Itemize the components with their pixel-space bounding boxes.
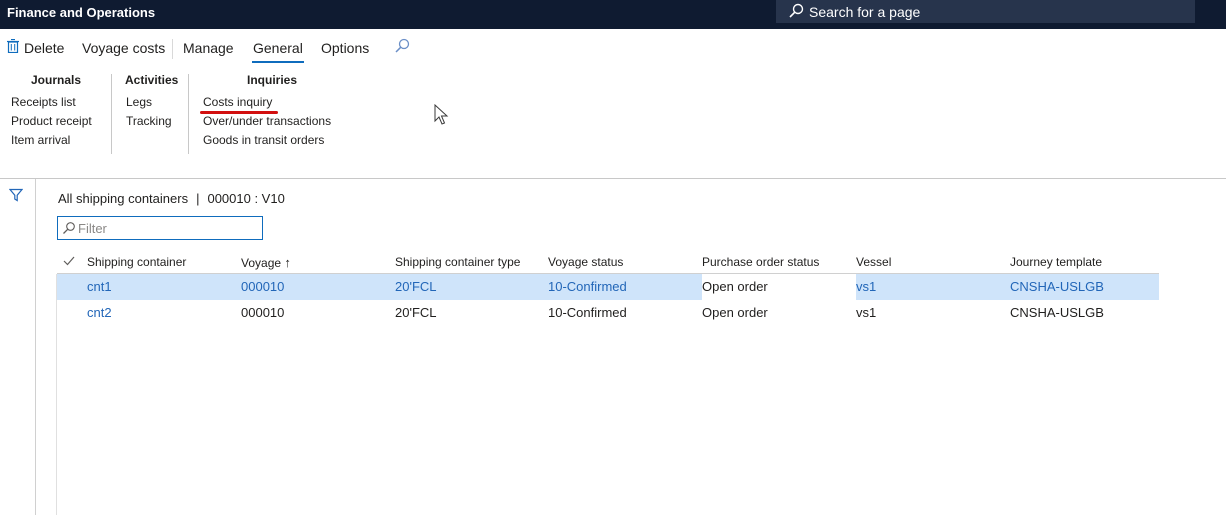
column-header-vessel[interactable]: Vessel: [856, 255, 891, 269]
cell-vessel[interactable]: vs1: [856, 305, 876, 320]
toolbar-divider: [172, 39, 173, 59]
filter-icon[interactable]: [9, 188, 23, 202]
active-tab-indicator: [252, 61, 304, 63]
cell-journey-template[interactable]: CNSHA-USLGB: [1010, 279, 1104, 294]
link-legs[interactable]: Legs: [126, 95, 152, 109]
cell-voyage[interactable]: 000010: [241, 305, 284, 320]
link-product-receipt[interactable]: Product receipt: [11, 114, 92, 128]
page-caption: All shipping containers | 000010 : V10: [58, 191, 285, 206]
column-header-shipping-container[interactable]: Shipping container: [87, 255, 186, 269]
group-title-inquiries: Inquiries: [247, 73, 298, 87]
cell-shipping-container[interactable]: cnt1: [87, 279, 112, 294]
link-tracking[interactable]: Tracking: [126, 114, 172, 128]
group-title-activities: Activities: [125, 73, 179, 87]
mouse-pointer-icon: [434, 104, 449, 125]
tab-general[interactable]: General: [253, 40, 303, 56]
table-row[interactable]: cnt2 000010 20'FCL 10-Confirmed Open ord…: [57, 300, 1159, 326]
column-header-po-status[interactable]: Purchase order status: [702, 255, 819, 269]
link-over-under-transactions[interactable]: Over/under transactions: [203, 114, 331, 128]
ribbon-divider: [0, 178, 1226, 179]
page-search-box[interactable]: Search for a page: [776, 0, 1195, 23]
trash-icon: [7, 39, 19, 53]
cell-po-status[interactable]: Open order: [702, 274, 856, 300]
tab-options[interactable]: Options: [321, 40, 369, 56]
tab-voyage-costs[interactable]: Voyage costs: [82, 40, 165, 56]
top-nav-bar: Finance and Operations Search for a page: [0, 0, 1226, 29]
search-icon: [63, 222, 75, 234]
search-icon[interactable]: [394, 38, 410, 54]
column-header-voyage-status[interactable]: Voyage status: [548, 255, 623, 269]
app-title[interactable]: Finance and Operations: [7, 5, 155, 20]
table-row[interactable]: cnt1 000010 20'FCL 10-Confirmed Open ord…: [57, 274, 1159, 300]
delete-button[interactable]: Delete: [24, 40, 64, 56]
action-pane: Delete Voyage costs Manage General Optio…: [0, 29, 1226, 67]
caption-title: All shipping containers: [58, 191, 189, 206]
search-label: Search for a page: [809, 4, 921, 20]
group-divider: [188, 74, 189, 154]
group-title-journals: Journals: [31, 73, 82, 87]
cell-voyage-status[interactable]: 10-Confirmed: [548, 279, 627, 294]
column-header-journey-template[interactable]: Journey template: [1010, 255, 1102, 269]
cell-voyage[interactable]: 000010: [241, 279, 284, 294]
link-costs-inquiry[interactable]: Costs inquiry: [203, 95, 272, 109]
cell-container-type[interactable]: 20'FCL: [395, 279, 437, 294]
cell-po-status[interactable]: Open order: [702, 305, 768, 320]
grid-header: Shipping container Voyage ↑ Shipping con…: [57, 249, 1159, 274]
cell-container-type[interactable]: 20'FCL: [395, 305, 437, 320]
sort-ascending-icon: ↑: [284, 255, 291, 270]
cell-voyage-status[interactable]: 10-Confirmed: [548, 305, 627, 320]
column-header-voyage[interactable]: Voyage ↑: [241, 255, 291, 270]
link-receipts-list[interactable]: Receipts list: [11, 95, 76, 109]
grid-filter-field[interactable]: [57, 216, 263, 240]
link-item-arrival[interactable]: Item arrival: [11, 133, 70, 147]
column-header-container-type[interactable]: Shipping container type: [395, 255, 520, 269]
column-header-voyage-label: Voyage: [241, 256, 282, 270]
group-divider: [111, 74, 112, 154]
filter-input[interactable]: [78, 219, 258, 237]
caption-record: 000010 : V10: [207, 191, 285, 206]
search-icon: [789, 3, 804, 18]
filter-pane-rail: [0, 179, 36, 515]
cell-journey-template[interactable]: CNSHA-USLGB: [1010, 305, 1104, 320]
tab-manage[interactable]: Manage: [183, 40, 234, 56]
cell-po-status-value: Open order: [702, 279, 768, 294]
caption-separator: |: [196, 191, 200, 206]
select-all-check-icon[interactable]: [63, 256, 75, 266]
ribbon-general: Journals Receipts list Product receipt I…: [0, 67, 1226, 178]
cell-vessel[interactable]: vs1: [856, 279, 876, 294]
cell-shipping-container[interactable]: cnt2: [87, 305, 112, 320]
shipping-containers-grid: Shipping container Voyage ↑ Shipping con…: [57, 249, 1159, 326]
link-goods-in-transit-orders[interactable]: Goods in transit orders: [203, 133, 324, 147]
